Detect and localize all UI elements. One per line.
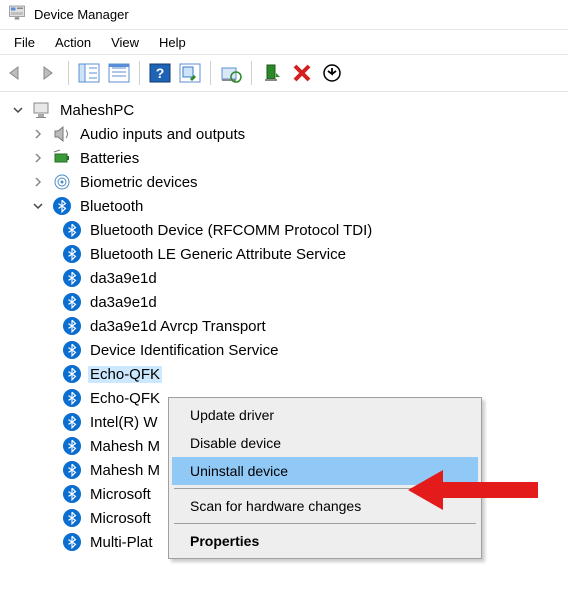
computer-icon <box>32 100 52 120</box>
bluetooth-icon <box>62 508 82 528</box>
item-label: Mahesh M <box>88 438 162 455</box>
bluetooth-icon <box>62 388 82 408</box>
bluetooth-icon <box>52 196 72 216</box>
properties-button[interactable] <box>105 59 133 87</box>
tree-root-label: MaheshPC <box>58 102 136 119</box>
tree-item[interactable]: Device Identification Service <box>4 338 564 362</box>
toolbar-separator <box>251 61 252 85</box>
tree-item[interactable]: da3a9e1d <box>4 266 564 290</box>
show-hide-tree-button[interactable] <box>75 59 103 87</box>
bluetooth-icon <box>62 292 82 312</box>
tree-category-batteries[interactable]: Batteries <box>4 146 564 170</box>
titlebar: Device Manager <box>0 0 568 30</box>
svg-text:?: ? <box>156 65 165 81</box>
chevron-right-icon[interactable] <box>30 150 46 166</box>
disable-button[interactable] <box>288 59 316 87</box>
back-button[interactable] <box>4 59 32 87</box>
scan-hardware-button[interactable] <box>176 59 204 87</box>
toolbar: ? <box>0 54 568 92</box>
chevron-right-icon[interactable] <box>30 174 46 190</box>
item-label: Multi-Plat <box>88 534 155 551</box>
bluetooth-icon <box>62 412 82 432</box>
bluetooth-icon <box>62 244 82 264</box>
item-label: da3a9e1d Avrcp Transport <box>88 318 268 335</box>
bluetooth-icon <box>62 340 82 360</box>
toolbar-separator <box>68 61 69 85</box>
context-menu-separator <box>174 523 476 524</box>
forward-button[interactable] <box>34 59 62 87</box>
menu-view[interactable]: View <box>101 33 149 52</box>
update-driver-button[interactable] <box>217 59 245 87</box>
category-label: Bluetooth <box>78 198 145 215</box>
bluetooth-icon <box>62 436 82 456</box>
item-label: da3a9e1d <box>88 270 159 287</box>
chevron-down-icon[interactable] <box>10 102 26 118</box>
device-manager-icon <box>8 3 26 26</box>
tree-category-audio[interactable]: Audio inputs and outputs <box>4 122 564 146</box>
tree-item[interactable]: Bluetooth Device (RFCOMM Protocol TDI) <box>4 218 564 242</box>
toolbar-separator <box>139 61 140 85</box>
bluetooth-icon <box>62 268 82 288</box>
bluetooth-icon <box>62 484 82 504</box>
menubar: File Action View Help <box>0 30 568 54</box>
bluetooth-icon <box>62 220 82 240</box>
context-menu-separator <box>174 488 476 489</box>
window-title: Device Manager <box>34 7 129 22</box>
bluetooth-icon <box>62 532 82 552</box>
battery-icon <box>52 148 72 168</box>
help-button[interactable]: ? <box>146 59 174 87</box>
tree-item-selected[interactable]: Echo-QFK <box>4 362 564 386</box>
tree-item[interactable]: da3a9e1d Avrcp Transport <box>4 314 564 338</box>
bluetooth-icon <box>62 364 82 384</box>
tree-category-biometric[interactable]: Biometric devices <box>4 170 564 194</box>
ctx-update-driver[interactable]: Update driver <box>172 401 478 429</box>
bluetooth-icon <box>62 460 82 480</box>
item-label: Microsoft <box>88 486 153 503</box>
menu-help[interactable]: Help <box>149 33 196 52</box>
bluetooth-icon <box>62 316 82 336</box>
item-label: Mahesh M <box>88 462 162 479</box>
category-label: Audio inputs and outputs <box>78 126 247 143</box>
ctx-uninstall-device[interactable]: Uninstall device <box>172 457 478 485</box>
category-label: Biometric devices <box>78 174 200 191</box>
item-label: Echo-QFK <box>88 366 162 383</box>
menu-action[interactable]: Action <box>45 33 101 52</box>
item-label: Echo-QFK <box>88 390 162 407</box>
tree-item[interactable]: da3a9e1d <box>4 290 564 314</box>
chevron-down-icon[interactable] <box>30 198 46 214</box>
toolbar-separator <box>210 61 211 85</box>
item-label: Intel(R) W <box>88 414 160 431</box>
tree-root[interactable]: MaheshPC <box>4 98 564 122</box>
menu-file[interactable]: File <box>4 33 45 52</box>
ctx-properties[interactable]: Properties <box>172 527 478 555</box>
item-label: Device Identification Service <box>88 342 280 359</box>
tree-item[interactable]: Bluetooth LE Generic Attribute Service <box>4 242 564 266</box>
speaker-icon <box>52 124 72 144</box>
item-label: Bluetooth Device (RFCOMM Protocol TDI) <box>88 222 374 239</box>
ctx-scan-hardware[interactable]: Scan for hardware changes <box>172 492 478 520</box>
tree-category-bluetooth[interactable]: Bluetooth <box>4 194 564 218</box>
ctx-disable-device[interactable]: Disable device <box>172 429 478 457</box>
enable-button[interactable] <box>258 59 286 87</box>
item-label: Bluetooth LE Generic Attribute Service <box>88 246 348 263</box>
chevron-right-icon[interactable] <box>30 126 46 142</box>
uninstall-button[interactable] <box>318 59 346 87</box>
context-menu: Update driver Disable device Uninstall d… <box>168 397 482 559</box>
item-label: da3a9e1d <box>88 294 159 311</box>
item-label: Microsoft <box>88 510 153 527</box>
fingerprint-icon <box>52 172 72 192</box>
category-label: Batteries <box>78 150 141 167</box>
